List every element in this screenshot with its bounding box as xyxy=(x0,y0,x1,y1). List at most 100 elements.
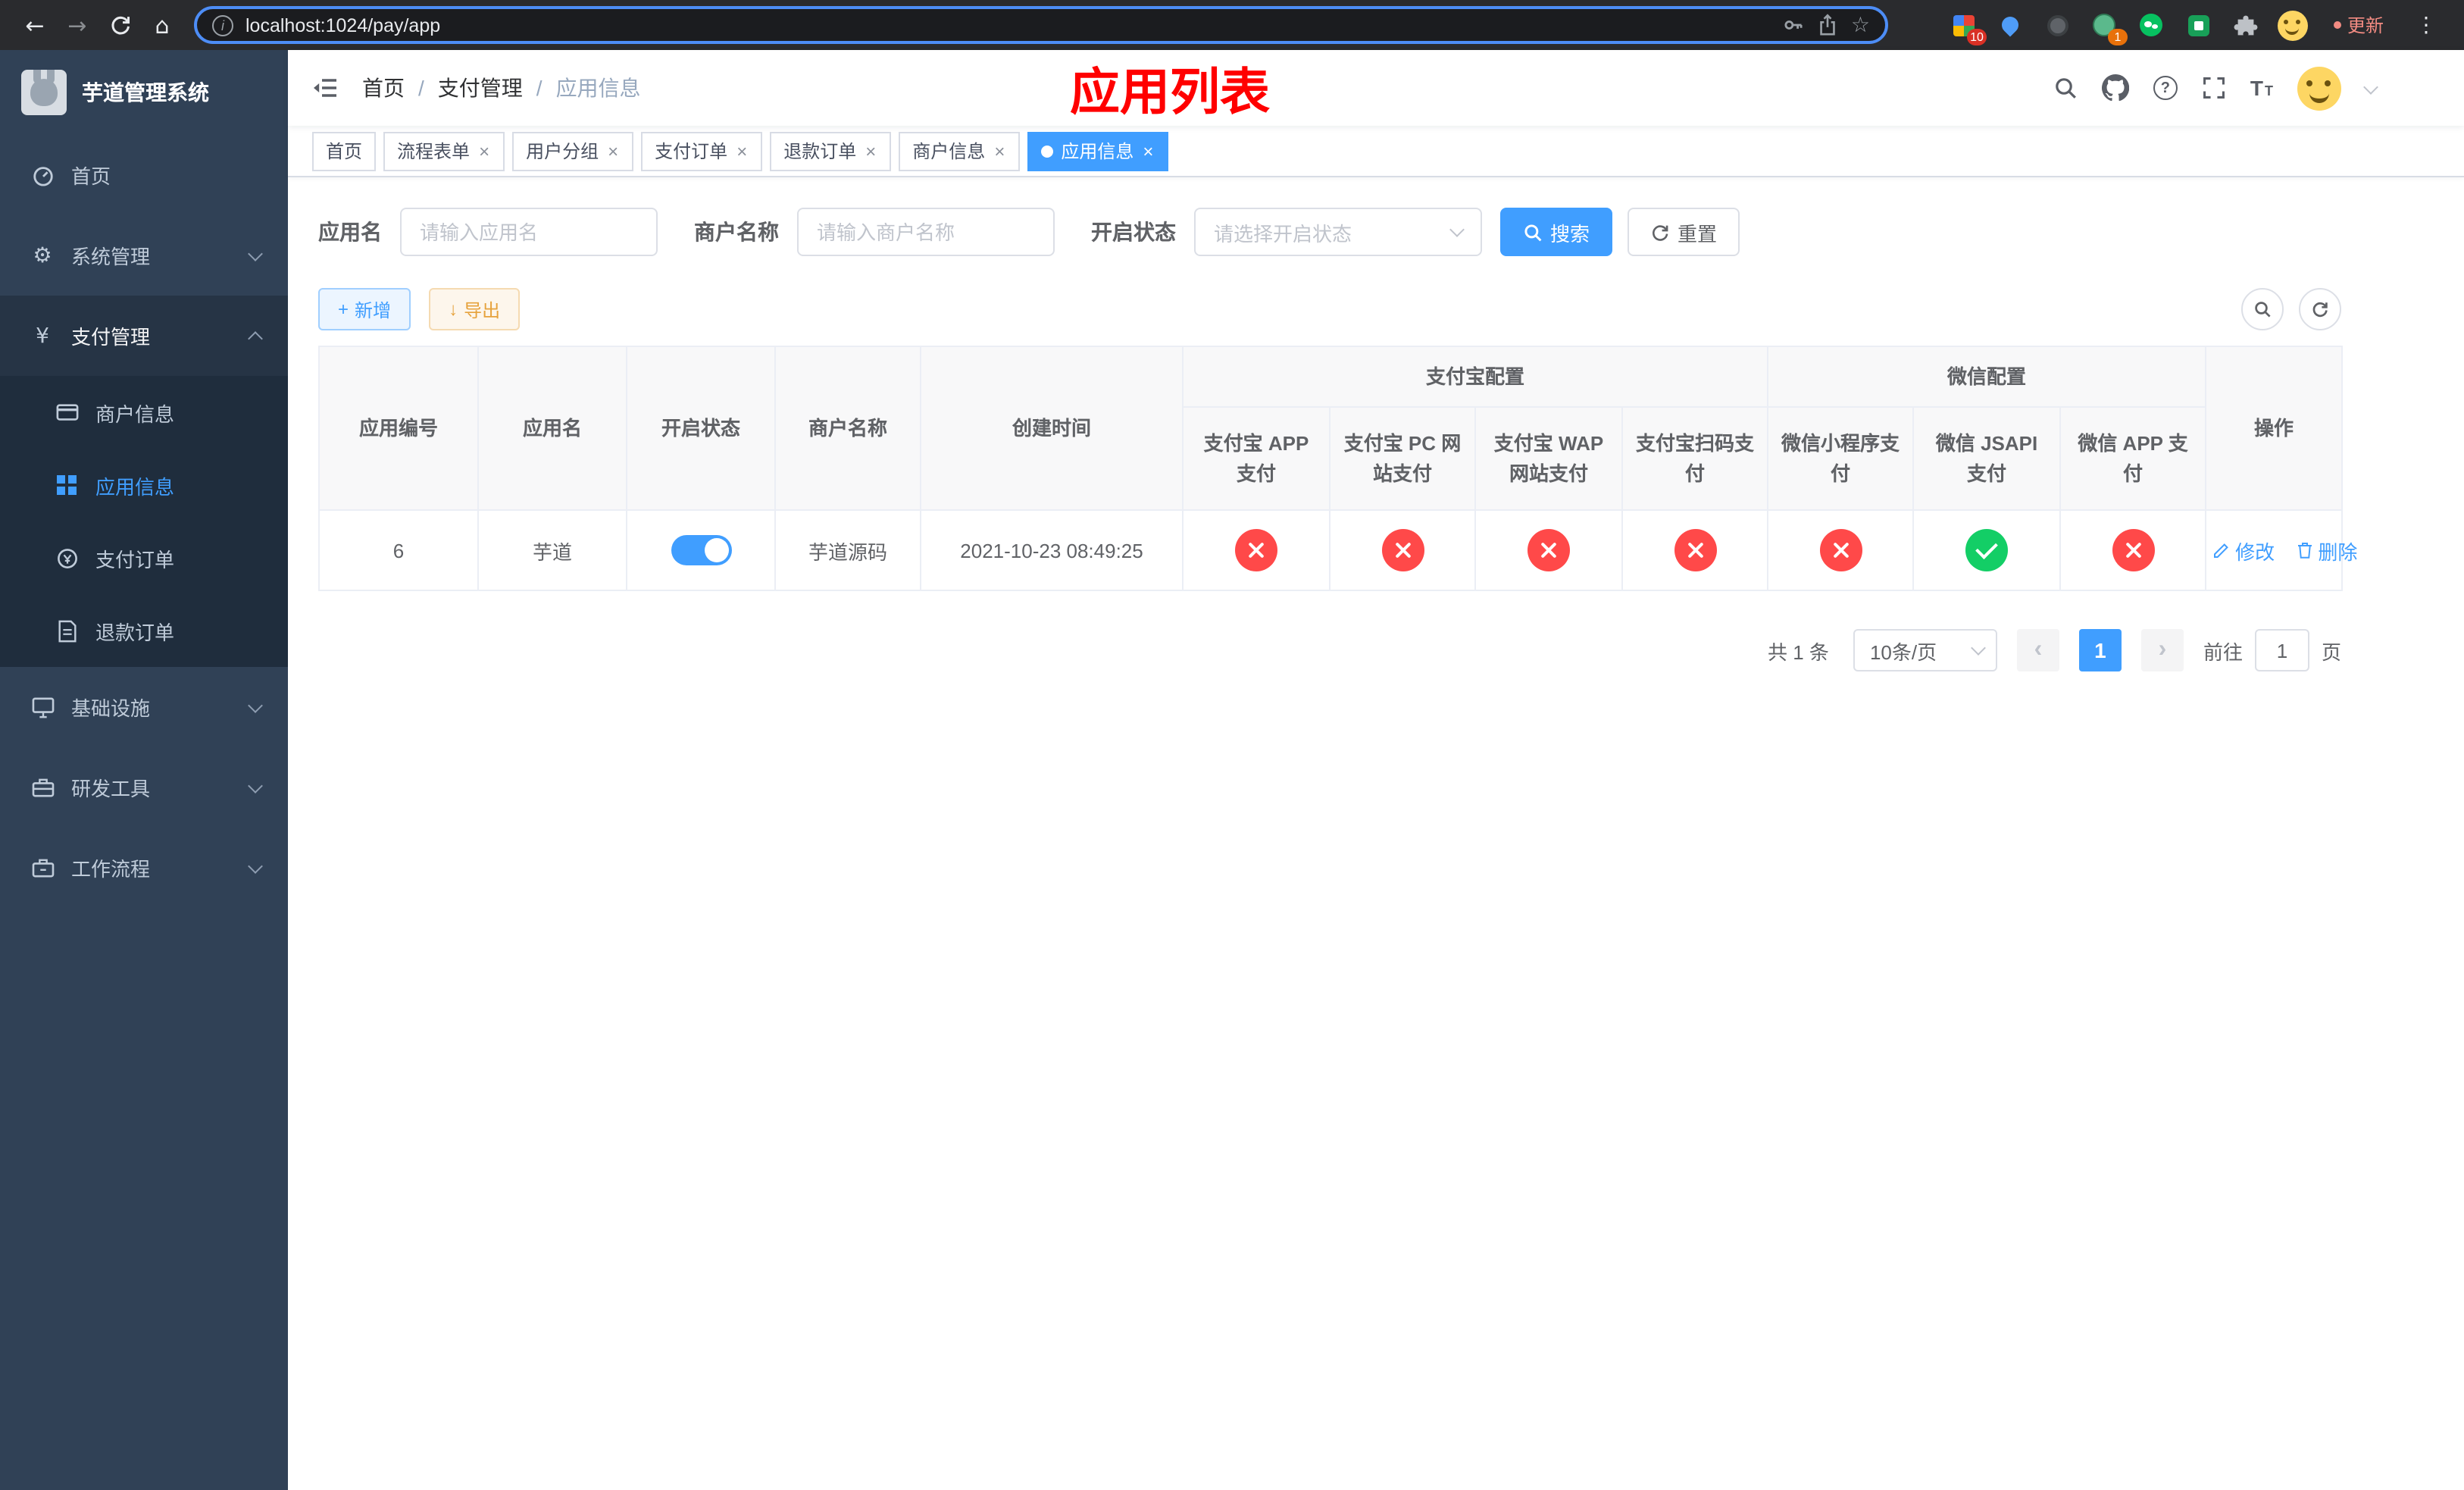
sidebar-item-home[interactable]: 首页 xyxy=(0,135,288,215)
screen: ← → ⌂ i localhost:1024/pay/app ☆ 10 1 更新… xyxy=(0,0,2464,1490)
browser-back-button[interactable]: ← xyxy=(15,5,55,45)
github-icon[interactable] xyxy=(2101,74,2129,102)
close-icon[interactable]: × xyxy=(606,142,620,160)
pay-order-icon xyxy=(55,546,79,569)
reset-button[interactable]: 重置 xyxy=(1628,208,1740,256)
browser-reload-button[interactable] xyxy=(100,5,139,45)
col-status: 开启状态 xyxy=(626,346,776,511)
next-page-button[interactable]: › xyxy=(2140,629,2184,671)
alipay-pc-status-icon xyxy=(1381,529,1424,571)
search-icon[interactable] xyxy=(2053,76,2078,100)
sidebar-item-pay-orders[interactable]: 支付订单 xyxy=(0,521,288,594)
pagination: 共 1 条 10条/页 ‹ 1 › 前往 页 xyxy=(318,629,2341,671)
page-size-select[interactable]: 10条/页 xyxy=(1853,629,1997,671)
sidebar-item-workflow[interactable]: 工作流程 xyxy=(0,828,288,908)
sidebar-item-refund-orders[interactable]: 退款订单 xyxy=(0,594,288,667)
close-icon[interactable]: × xyxy=(1141,142,1155,160)
extensions-area: 10 1 更新 ⋮ xyxy=(1949,8,2449,45)
avatar-caret-icon[interactable] xyxy=(2363,79,2378,94)
extensions-puzzle-icon[interactable] xyxy=(2231,10,2261,40)
reload-icon xyxy=(111,16,129,35)
cell-created: 2021-10-23 08:49:25 xyxy=(920,509,1184,591)
top-navbar: 首页 / 支付管理 / 应用信息 应用列表 ? TT xyxy=(288,50,2464,126)
address-bar[interactable]: i localhost:1024/pay/app ☆ xyxy=(194,6,1888,44)
close-icon[interactable]: × xyxy=(735,142,749,160)
table-toolbar: + 新增 ↓ 导出 xyxy=(318,288,2341,330)
page-title: 应用列表 xyxy=(1070,64,1270,120)
sidebar-item-dev-tools[interactable]: 研发工具 xyxy=(0,747,288,828)
browser-profile-avatar[interactable] xyxy=(2277,10,2308,40)
sidebar-item-system[interactable]: ⚙ 系统管理 xyxy=(0,215,288,296)
user-avatar[interactable] xyxy=(2297,66,2341,110)
enabled-switch[interactable] xyxy=(671,535,731,565)
tab-user-group[interactable]: 用户分组 × xyxy=(512,131,634,171)
extension-dark-circle-icon[interactable] xyxy=(2043,10,2073,40)
breadcrumb-home[interactable]: 首页 xyxy=(362,73,405,103)
delete-button[interactable]: 删除 xyxy=(2295,536,2357,565)
site-info-icon[interactable]: i xyxy=(212,14,233,36)
tab-pay-orders[interactable]: 支付订单 × xyxy=(641,131,763,171)
extension-profile-icon[interactable]: 1 xyxy=(2090,10,2128,45)
browser-home-button[interactable]: ⌂ xyxy=(142,5,182,45)
bookmark-star-icon[interactable]: ☆ xyxy=(1851,13,1870,37)
gear-icon: ⚙ xyxy=(33,243,52,268)
close-icon[interactable]: × xyxy=(993,142,1006,160)
col-created: 创建时间 xyxy=(920,346,1184,511)
page-1-button[interactable]: 1 xyxy=(2078,629,2122,671)
breadcrumb-payment[interactable]: 支付管理 xyxy=(438,73,523,103)
extension-wechat-icon[interactable] xyxy=(2137,10,2167,40)
share-icon[interactable] xyxy=(1818,14,1839,36)
password-key-icon[interactable] xyxy=(1783,14,1806,36)
sidebar-item-payment[interactable]: ¥ 支付管理 xyxy=(0,296,288,376)
chevron-down-icon xyxy=(248,697,263,712)
app-logo[interactable]: 芋道管理系统 xyxy=(0,50,288,135)
edit-button[interactable]: 修改 xyxy=(2212,536,2275,565)
prev-page-button[interactable]: ‹ xyxy=(2016,629,2059,671)
goto-page-input[interactable] xyxy=(2254,629,2309,671)
logo-image xyxy=(21,70,67,115)
home-icon: ⌂ xyxy=(155,11,170,39)
chrome-update-button[interactable]: 更新 xyxy=(2325,8,2393,42)
close-icon[interactable]: × xyxy=(864,142,877,160)
back-icon: ← xyxy=(25,11,45,39)
total-count: 共 1 条 xyxy=(1768,640,1829,663)
sidebar-item-infra[interactable]: 基础设施 xyxy=(0,667,288,747)
goto-label: 前往 xyxy=(2203,640,2243,663)
toggle-search-button[interactable] xyxy=(2241,288,2284,330)
tab-merchant-info[interactable]: 商户信息 × xyxy=(899,131,1021,171)
refresh-table-button[interactable] xyxy=(2299,288,2341,330)
sidebar-item-merchant-info[interactable]: 商户信息 xyxy=(0,376,288,449)
extension-drop-icon[interactable] xyxy=(1996,10,2026,40)
help-icon[interactable]: ? xyxy=(2153,76,2178,100)
filter-form: 应用名 商户名称 开启状态 请选择开启状态 搜索 重置 xyxy=(318,208,2464,256)
hamburger-icon xyxy=(314,79,336,97)
search-button[interactable]: 搜索 xyxy=(1500,208,1613,256)
merchant-name-input[interactable] xyxy=(797,208,1055,256)
col-wx-app: 微信 APP 支付 xyxy=(2059,406,2207,511)
browser-forward-button[interactable]: → xyxy=(58,5,97,45)
fullscreen-icon[interactable] xyxy=(2202,76,2226,100)
alipay-qr-status-icon xyxy=(1674,529,1716,571)
tab-process-form[interactable]: 流程表单 × xyxy=(383,131,505,171)
navbar-actions: ? TT xyxy=(2053,50,2378,126)
credit-card-icon xyxy=(55,403,79,421)
browser-menu-button[interactable]: ⋮ xyxy=(2409,13,2443,37)
cell-app-name: 芋道 xyxy=(477,509,627,591)
tab-refund-orders[interactable]: 退款订单 × xyxy=(770,131,892,171)
yen-icon: ¥ xyxy=(36,324,49,348)
collapse-sidebar-button[interactable] xyxy=(312,76,338,100)
tab-app-info[interactable]: 应用信息 × xyxy=(1027,131,1169,171)
extension-green-square-icon[interactable] xyxy=(2184,10,2214,40)
app-name-input[interactable] xyxy=(400,208,658,256)
close-icon[interactable]: × xyxy=(477,142,491,160)
add-button[interactable]: + 新增 xyxy=(318,288,411,330)
alipay-app-status-icon xyxy=(1235,529,1277,571)
tab-home[interactable]: 首页 xyxy=(312,131,377,171)
extension-colorful-grid-icon[interactable]: 10 xyxy=(1949,10,1987,45)
sidebar-item-app-info[interactable]: 应用信息 xyxy=(0,449,288,521)
export-button[interactable]: ↓ 导出 xyxy=(429,288,521,330)
font-size-icon[interactable]: TT xyxy=(2250,77,2273,99)
chevron-down-icon xyxy=(248,778,263,793)
breadcrumb-current: 应用信息 xyxy=(555,76,641,100)
status-select[interactable]: 请选择开启状态 xyxy=(1194,208,1482,256)
